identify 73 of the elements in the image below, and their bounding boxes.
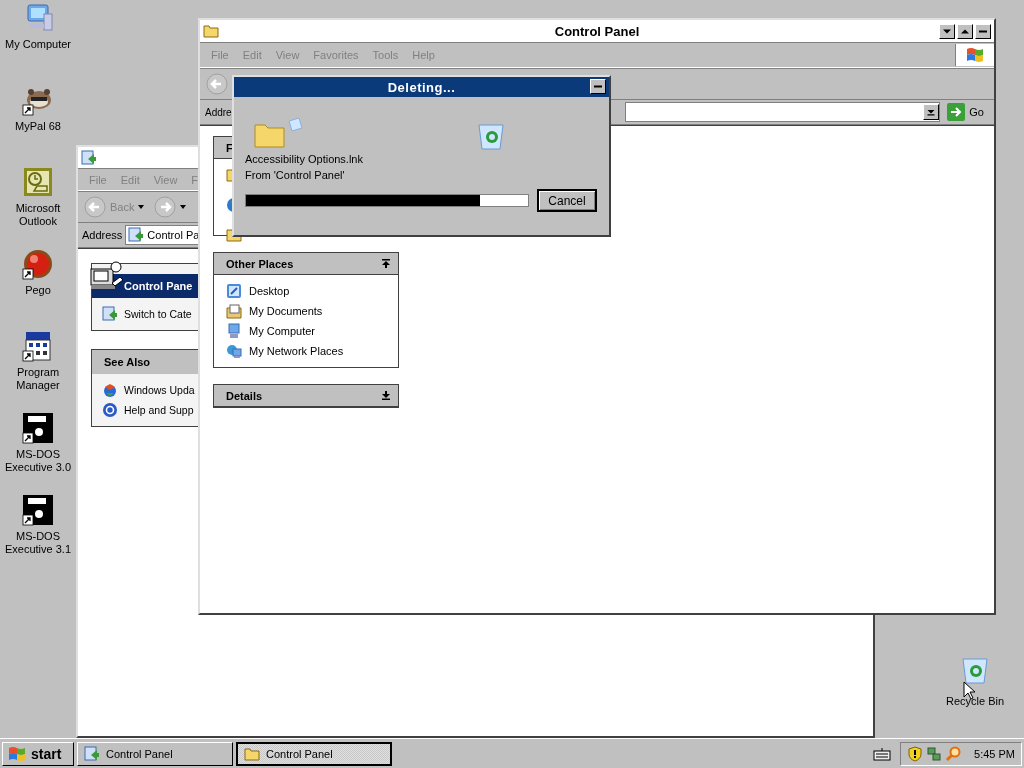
pane-title: F bbox=[226, 141, 233, 154]
calendar-icon[interactable] bbox=[22, 166, 54, 198]
network-icon bbox=[226, 343, 242, 359]
network-icon[interactable] bbox=[926, 745, 943, 762]
go-button[interactable]: Go bbox=[943, 102, 994, 122]
desktop-icon-label: MyPal 68 bbox=[14, 120, 62, 133]
control-panel-icon bbox=[84, 745, 100, 762]
desktop-icon-label: MS-DOS Executive 3.1 bbox=[3, 530, 72, 556]
task-link[interactable]: My Documents bbox=[249, 305, 323, 317]
clock: 5:45 PM bbox=[974, 747, 1015, 760]
pane-title: Control Pane bbox=[124, 280, 193, 292]
address-label: Addre bbox=[205, 106, 232, 118]
minimize-button[interactable] bbox=[939, 23, 955, 39]
desktop-icon-label: MS-DOS Executive 3.0 bbox=[3, 448, 72, 474]
taskbar-button[interactable]: Control Panel bbox=[236, 741, 392, 766]
task-link[interactable]: My Network Places bbox=[249, 345, 344, 357]
expand-icon[interactable] bbox=[382, 391, 390, 400]
back-icon[interactable] bbox=[206, 73, 228, 95]
collapse-icon[interactable] bbox=[382, 259, 390, 268]
control-panel-icon bbox=[81, 149, 97, 166]
source-folder: From 'Control Panel' bbox=[245, 168, 346, 183]
cancel-button[interactable]: Cancel bbox=[537, 189, 597, 212]
flag-icon bbox=[7, 744, 27, 763]
computer-icon bbox=[226, 323, 242, 339]
caret-icon[interactable] bbox=[180, 205, 187, 209]
documents-icon bbox=[226, 303, 242, 319]
task-link[interactable]: Desktop bbox=[249, 285, 290, 297]
desktop-icon-label: Microsoft Outlook bbox=[14, 202, 62, 228]
task-link[interactable]: Switch to Cate bbox=[124, 308, 192, 320]
folder-icon bbox=[253, 117, 303, 149]
address-label: Address bbox=[82, 229, 123, 241]
task-link[interactable]: Windows Upda bbox=[124, 384, 195, 396]
pane-title: See Also bbox=[104, 356, 151, 368]
keyboard-icon[interactable] bbox=[873, 746, 892, 761]
dash-icon bbox=[594, 83, 602, 90]
globe-icon bbox=[102, 382, 118, 398]
control-panel-icon bbox=[128, 227, 145, 243]
program-group-icon[interactable] bbox=[22, 330, 54, 362]
desktop-icon-label: My Computer bbox=[4, 38, 72, 51]
address-field[interactable] bbox=[624, 102, 941, 122]
shield-icon[interactable] bbox=[907, 745, 924, 762]
caret-icon[interactable] bbox=[138, 205, 145, 209]
maximize-button[interactable] bbox=[957, 23, 973, 39]
taskbar-button[interactable]: Control Panel bbox=[77, 741, 233, 766]
minimize-button[interactable] bbox=[590, 79, 606, 94]
recycle-bin-icon bbox=[477, 121, 505, 151]
folder-icon bbox=[203, 23, 219, 39]
desktop-icon bbox=[226, 283, 242, 299]
magnifier-icon[interactable] bbox=[945, 745, 962, 762]
flag-icon bbox=[965, 46, 985, 64]
pane-title: Other Places bbox=[226, 257, 294, 270]
caret-icon bbox=[927, 108, 936, 116]
dropdown-button[interactable] bbox=[923, 104, 940, 120]
floppy-icon[interactable] bbox=[22, 412, 54, 444]
window-title: Control Panel bbox=[554, 23, 640, 39]
desktop-icon-label: Program Manager bbox=[15, 366, 61, 392]
folder-icon bbox=[244, 745, 260, 762]
desktop-icon-label: Pego bbox=[24, 284, 52, 297]
task-link[interactable]: Help and Supp bbox=[124, 404, 194, 416]
help-icon bbox=[102, 402, 118, 418]
caret-icon bbox=[961, 27, 969, 35]
caret-icon bbox=[943, 27, 951, 35]
restore-button[interactable] bbox=[975, 23, 991, 39]
start-button[interactable]: start bbox=[2, 741, 74, 766]
control-panel-icon bbox=[102, 306, 118, 322]
ball-icon[interactable] bbox=[22, 248, 54, 280]
floppy-icon[interactable] bbox=[22, 494, 54, 526]
pane-title: Details bbox=[226, 389, 263, 402]
dialog-title: Deleting... bbox=[387, 79, 456, 95]
task-link[interactable]: My Computer bbox=[249, 325, 316, 337]
file-name: Accessibility Options.lnk bbox=[245, 152, 364, 167]
desktop-icon-label: Recycle Bin bbox=[944, 695, 1006, 708]
recycle-bin-icon[interactable] bbox=[961, 655, 989, 685]
